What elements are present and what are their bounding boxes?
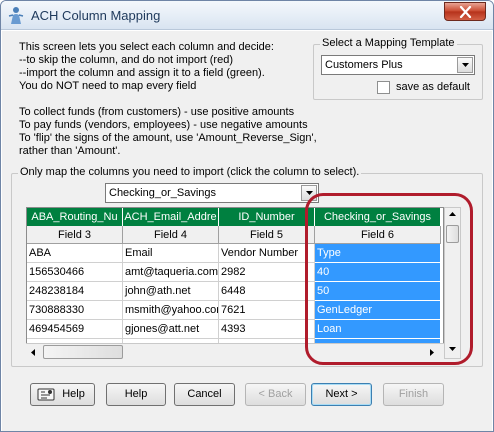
column-header[interactable]: ABA_Routing_Nu — [27, 208, 123, 226]
horizontal-scrollbar[interactable] — [26, 343, 444, 360]
help-button[interactable]: Help — [106, 383, 166, 406]
ach-column-mapping-window: ACH Column Mapping This screen lets you … — [0, 0, 494, 432]
scroll-right-button[interactable] — [426, 345, 441, 360]
grid-cell[interactable]: Loan — [315, 320, 441, 339]
instruction-line: You do NOT need to map every field — [19, 80, 197, 92]
instruction-line: This screen lets you select each column … — [19, 41, 274, 53]
instruction-line: To pay funds (vendors, employees) - use … — [19, 119, 308, 131]
field-label[interactable]: Field 6 — [315, 226, 441, 244]
save-as-default-label[interactable]: save as default — [396, 81, 470, 93]
grid-cell[interactable]: john@ath.net — [123, 282, 219, 301]
save-as-default-checkbox[interactable] — [377, 81, 390, 94]
field-label[interactable]: Field 4 — [123, 226, 219, 244]
grid-cell[interactable]: 156530466 — [27, 263, 123, 282]
help-icon-button[interactable]: Help — [30, 383, 95, 406]
back-button[interactable]: < Back — [245, 383, 306, 406]
grid-cell[interactable]: 248238184 — [27, 282, 123, 301]
grid-cell[interactable]: msmith@yahoo.cor — [123, 301, 219, 320]
scroll-left-button[interactable] — [27, 345, 42, 360]
cancel-button[interactable]: Cancel — [174, 383, 235, 406]
instruction-line: rather than 'Amount'. — [19, 145, 121, 157]
grid-cell[interactable]: Vendor Number — [219, 244, 315, 263]
template-dropdown-button[interactable] — [457, 57, 473, 73]
grid-column[interactable]: ACH_Email_Addre Field 4 Email amt@taquer… — [123, 208, 219, 358]
chevron-left-icon — [31, 349, 35, 356]
grid-cell[interactable]: gjones@att.net — [123, 320, 219, 339]
grid-cell[interactable]: 7621 — [219, 301, 315, 320]
vertical-scrollbar[interactable] — [444, 207, 461, 359]
grid-cell[interactable]: 730888330 — [27, 301, 123, 320]
column-header[interactable]: Checking_or_Savings — [315, 208, 441, 226]
mapping-template-legend: Select a Mapping Template — [320, 37, 457, 49]
help-icon — [37, 388, 55, 401]
window-title: ACH Column Mapping — [31, 8, 161, 23]
close-button[interactable] — [444, 2, 486, 21]
grid-column-selected[interactable]: Checking_or_Savings Field 6 Type 40 50 G… — [315, 208, 441, 358]
chevron-right-icon — [430, 349, 434, 356]
grid-cell[interactable]: 50 — [315, 282, 441, 301]
instruction-spacer — [19, 93, 317, 106]
close-icon — [459, 6, 472, 18]
grid-cell[interactable]: 469454569 — [27, 320, 123, 339]
chevron-down-icon — [462, 63, 469, 67]
template-select-value: Customers Plus — [325, 59, 403, 71]
instructions: This screen lets you select each column … — [19, 41, 317, 158]
help-icon-button-label: Help — [62, 388, 85, 400]
field-assignment-dropdown-button[interactable] — [301, 185, 317, 201]
title-bar[interactable]: ACH Column Mapping — [1, 1, 493, 30]
field-label[interactable]: Field 3 — [27, 226, 123, 244]
chevron-down-icon — [306, 191, 313, 195]
grid-cell[interactable]: amt@taqueria.com — [123, 263, 219, 282]
field-label[interactable]: Field 5 — [219, 226, 315, 244]
grid-cell[interactable]: ABA — [27, 244, 123, 263]
horizontal-scroll-thumb[interactable] — [43, 345, 123, 359]
column-mapping-legend: Only map the columns you need to import … — [18, 166, 362, 178]
instruction-line: --to skip the column, and do not import … — [19, 54, 233, 66]
mapping-template-group: Select a Mapping Template Customers Plus… — [313, 37, 483, 100]
grid-cell[interactable]: Email — [123, 244, 219, 263]
grid-cell[interactable]: 2982 — [219, 263, 315, 282]
chevron-down-icon — [449, 347, 456, 351]
dialog-body: This screen lets you select each column … — [2, 31, 492, 431]
instruction-line: --import the column and assign it to a f… — [19, 67, 265, 79]
grid-cell[interactable]: 6448 — [219, 282, 315, 301]
grid-column[interactable]: ABA_Routing_Nu Field 3 ABA 156530466 248… — [27, 208, 123, 358]
field-assignment-select[interactable]: Checking_or_Savings — [105, 183, 319, 203]
grid-column[interactable]: ID_Number Field 5 Vendor Number 2982 644… — [219, 208, 315, 358]
chevron-up-icon — [449, 212, 456, 216]
next-button[interactable]: Next > — [311, 383, 372, 406]
instruction-line: To 'flip' the signs of the amount, use '… — [19, 132, 317, 144]
column-header[interactable]: ID_Number — [219, 208, 315, 226]
scroll-down-button[interactable] — [445, 343, 460, 358]
instruction-line: To collect funds (from customers) - use … — [19, 106, 295, 118]
column-mapping-grid: ABA_Routing_Nu Field 3 ABA 156530466 248… — [26, 207, 444, 359]
scroll-up-button[interactable] — [445, 208, 460, 223]
app-icon — [8, 7, 24, 24]
grid-cell[interactable]: 40 — [315, 263, 441, 282]
template-select[interactable]: Customers Plus — [321, 55, 475, 75]
grid-cell[interactable]: Type — [315, 244, 441, 263]
vertical-scroll-thumb[interactable] — [446, 225, 459, 243]
grid-cell[interactable]: 4393 — [219, 320, 315, 339]
column-header[interactable]: ACH_Email_Addre — [123, 208, 219, 226]
grid-cell[interactable]: GenLedger — [315, 301, 441, 320]
field-assignment-value: Checking_or_Savings — [109, 187, 217, 199]
finish-button[interactable]: Finish — [383, 383, 444, 406]
